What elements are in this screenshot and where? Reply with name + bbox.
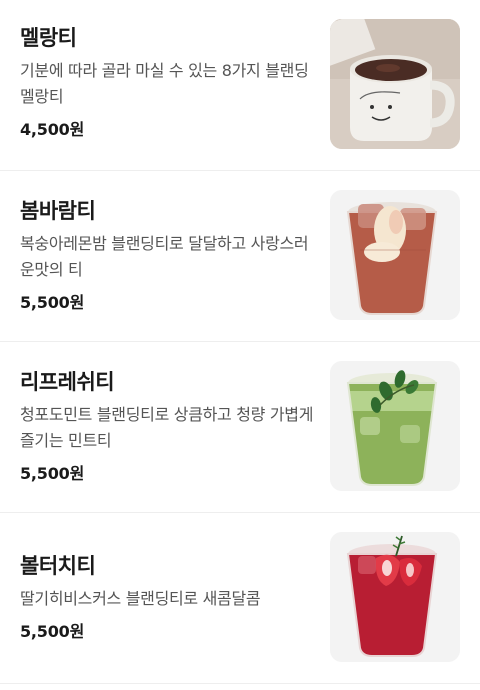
menu-item-description: 복숭아레몬밤 블랜딩티로 달달하고 사랑스러운맛의 티 <box>20 234 309 279</box>
strawberry-hibiscus-tea-illustration <box>330 532 460 662</box>
menu-item-price: 5,500원 <box>20 293 85 312</box>
menu-item-text: 리프레쉬티 청포도민트 블랜딩티로 상큼하고 청량 가볍게 즐기는 민트티 5,… <box>20 368 315 484</box>
menu-item-spring-breeze-tea[interactable]: 봄바람티 복숭아레몬밤 블랜딩티로 달달하고 사랑스러운맛의 티 5,500원 <box>0 171 480 342</box>
menu-item-name: 멜랑티 <box>20 26 77 50</box>
strawberry-hibiscus-tea-image <box>330 532 460 662</box>
green-grape-mint-tea-image <box>330 361 460 491</box>
menu-item-description: 딸기히비스커스 블랜딩티로 새콤달콤 <box>20 589 261 608</box>
menu-item-name: 리프레쉬티 <box>20 370 115 394</box>
mug-tea-illustration <box>330 19 460 149</box>
mug-tea-image <box>330 19 460 149</box>
menu-item-blush-tea[interactable]: 볼터치티 딸기히비스커스 블랜딩티로 새콤달콤 5,500원 <box>0 513 480 684</box>
menu-item-melang-tea[interactable]: 멜랑티 기분에 따라 골라 마실 수 있는 8가지 블랜딩 멜랑티 4,500원 <box>0 0 480 171</box>
peach-iced-tea-image <box>330 190 460 320</box>
menu-item-name: 볼터치티 <box>20 554 96 578</box>
menu-item-description: 청포도민트 블랜딩티로 상큼하고 청량 가볍게 즐기는 민트티 <box>20 405 314 450</box>
menu-list: 멜랑티 기분에 따라 골라 마실 수 있는 8가지 블랜딩 멜랑티 4,500원 <box>0 0 480 684</box>
menu-item-price: 4,500원 <box>20 120 85 139</box>
green-grape-mint-tea-illustration <box>330 361 460 491</box>
menu-item-text: 볼터치티 딸기히비스커스 블랜딩티로 새콤달콤 5,500원 <box>20 552 315 642</box>
menu-item-text: 멜랑티 기분에 따라 골라 마실 수 있는 8가지 블랜딩 멜랑티 4,500원 <box>20 24 315 140</box>
peach-iced-tea-illustration <box>330 190 460 320</box>
menu-item-price: 5,500원 <box>20 464 85 483</box>
menu-item-refresh-tea[interactable]: 리프레쉬티 청포도민트 블랜딩티로 상큼하고 청량 가볍게 즐기는 민트티 5,… <box>0 342 480 513</box>
menu-item-description: 기분에 따라 골라 마실 수 있는 8가지 블랜딩 멜랑티 <box>20 61 309 106</box>
menu-item-text: 봄바람티 복숭아레몬밤 블랜딩티로 달달하고 사랑스러운맛의 티 5,500원 <box>20 197 315 313</box>
menu-item-name: 봄바람티 <box>20 199 96 223</box>
menu-item-price: 5,500원 <box>20 622 85 641</box>
